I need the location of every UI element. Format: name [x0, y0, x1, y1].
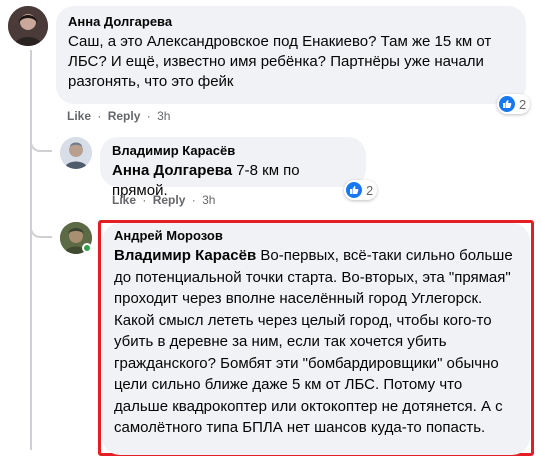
- reaction-summary[interactable]: 2: [344, 180, 378, 200]
- timestamp[interactable]: 3h: [157, 109, 170, 123]
- user-avatar-icon: [60, 137, 92, 169]
- comment-text: Саш, а это Александровское под Енакиево?…: [68, 33, 492, 90]
- reaction-count: 2: [519, 96, 527, 112]
- comment-body: Во-первых, всё-таки сильно больше до пот…: [114, 247, 513, 436]
- reply-link[interactable]: Reply: [108, 109, 141, 123]
- separator: ·: [191, 193, 196, 207]
- separator: ·: [146, 109, 151, 123]
- mention-link[interactable]: Анна Долгарева: [112, 162, 232, 179]
- comment-bubble: Анна Долгарева Саш, а это Александровско…: [56, 6, 526, 104]
- reaction-count: 2: [366, 182, 374, 198]
- avatar-anna[interactable]: [8, 6, 48, 46]
- thread-connector-2: [30, 212, 52, 238]
- comment-author[interactable]: Владимир Карасёв: [112, 143, 354, 158]
- thread-line: [30, 50, 32, 450]
- online-status-icon: [82, 243, 92, 253]
- timestamp[interactable]: 3h: [202, 193, 215, 207]
- thread-connector-1: [30, 126, 52, 152]
- like-icon: [499, 96, 515, 112]
- like-link[interactable]: Like: [112, 193, 136, 207]
- mention-link[interactable]: Владимир Карасёв: [114, 247, 256, 264]
- reaction-summary[interactable]: 2: [497, 94, 531, 114]
- comment-bubble: Владимир Карасёв Анна Долгарева 7-8 км п…: [100, 137, 366, 199]
- like-link[interactable]: Like: [67, 109, 91, 123]
- comment-actions: Like · Reply · 3h: [112, 193, 215, 207]
- comment-author[interactable]: Анна Долгарева: [68, 14, 514, 29]
- like-icon: [346, 182, 362, 198]
- comment-author[interactable]: Андрей Морозов: [114, 228, 520, 243]
- reply-link[interactable]: Reply: [153, 193, 186, 207]
- comment-text: Владимир Карасёв Во-первых, всё-таки сил…: [114, 245, 520, 439]
- separator: ·: [142, 193, 147, 207]
- user-avatar-icon: [8, 6, 48, 46]
- separator: ·: [97, 109, 102, 123]
- comment-bubble: Андрей Морозов Владимир Карасёв Во-первы…: [102, 223, 530, 455]
- avatar-vladimir[interactable]: [60, 137, 92, 169]
- comment-actions: Like · Reply · 3h: [67, 109, 170, 123]
